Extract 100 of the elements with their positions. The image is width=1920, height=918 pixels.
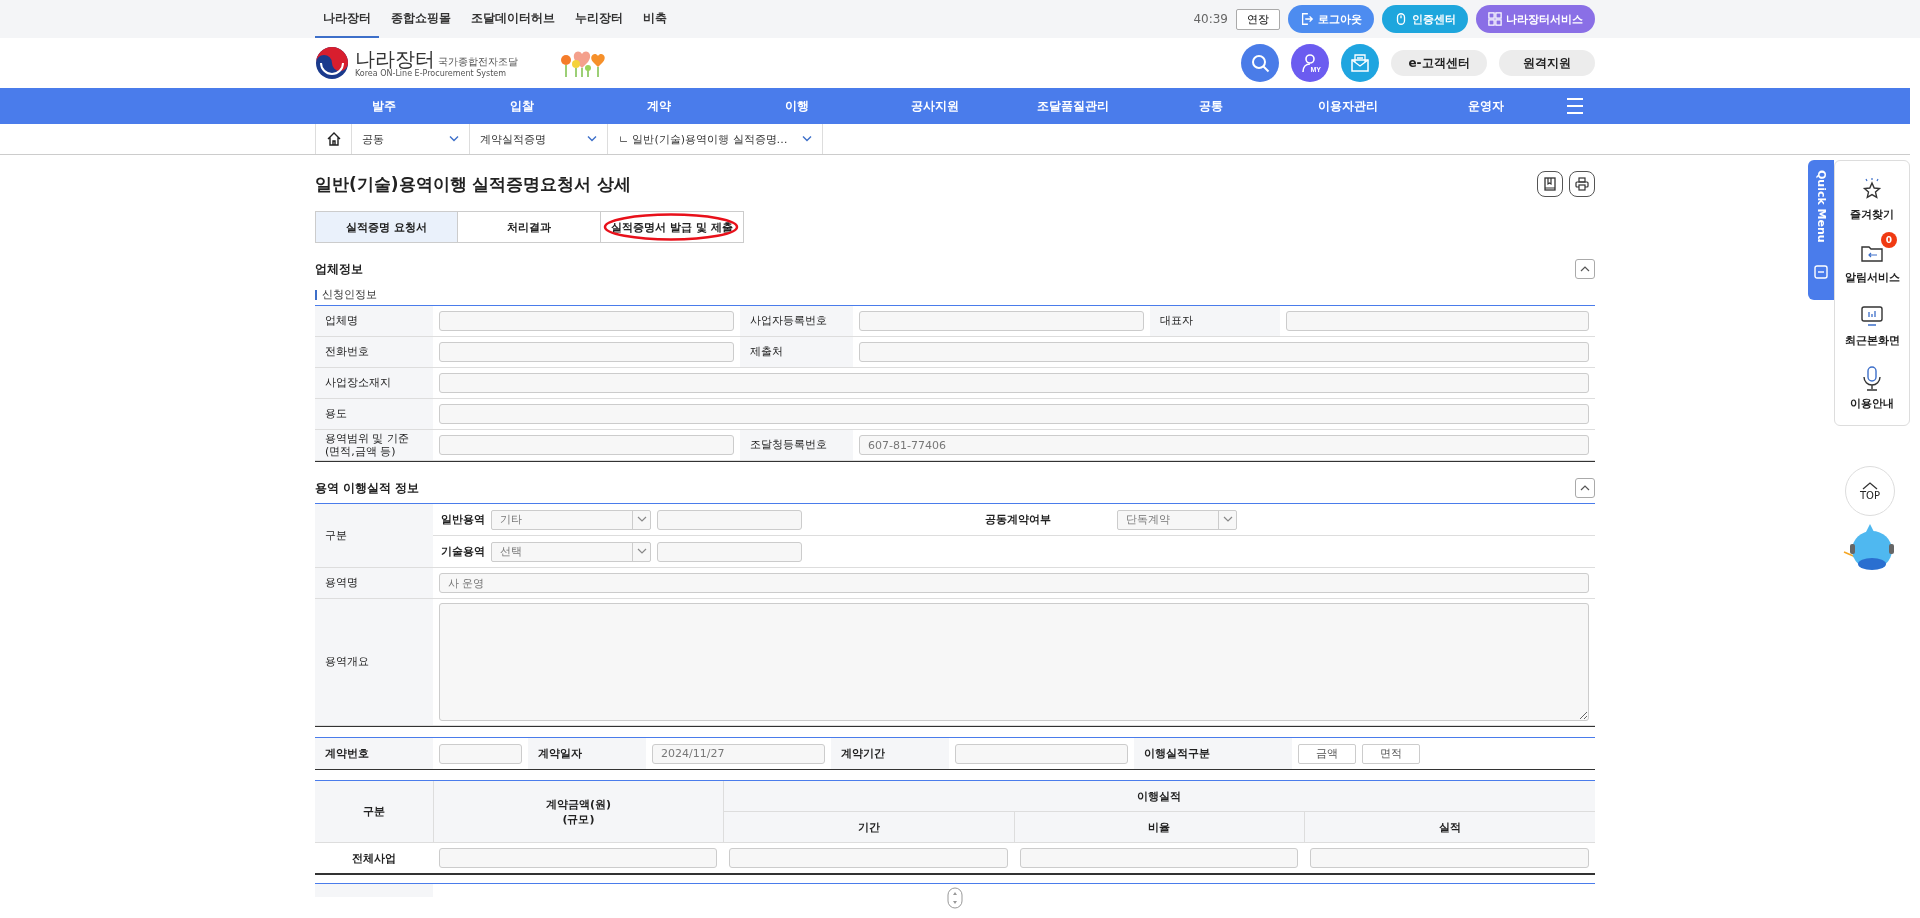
home-icon [325, 131, 342, 147]
quick-menu-item[interactable]: 즐겨찾기 [1837, 169, 1907, 222]
input-field[interactable] [1019, 848, 1299, 868]
input-field[interactable] [439, 435, 734, 455]
breadcrumb-dropdown[interactable]: 계약실적증명 [470, 124, 608, 154]
breadcrumb-dropdown[interactable]: ㄴ 일반(기술)용역이행 실적증명… [608, 124, 823, 154]
input-field[interactable] [439, 848, 717, 868]
mail-button[interactable] [1341, 44, 1379, 82]
service-button[interactable]: 나라장터서비스 [1476, 5, 1595, 33]
toggle-button[interactable]: 면적 [1362, 743, 1420, 764]
top-link[interactable]: 나라장터 [315, 0, 379, 38]
field-label: 용역개요 [315, 599, 433, 726]
input-field[interactable] [859, 342, 1589, 362]
home-button[interactable] [315, 124, 352, 154]
column-header: 계약금액(원) (규모) [433, 781, 723, 843]
field-label: 구분 [315, 504, 433, 568]
section-title: 업체정보 [315, 260, 363, 278]
input-field[interactable] [439, 404, 1589, 424]
field-label: 제출처 [740, 337, 853, 368]
input-field[interactable] [657, 541, 802, 562]
quick-menu-item[interactable]: 이용안내 [1837, 358, 1907, 411]
quick-menu-tab[interactable]: Quick Menu [1808, 160, 1834, 300]
taegeuk-logo-icon [315, 46, 349, 80]
top-link[interactable]: 종합쇼핑몰 [383, 0, 459, 38]
book-icon [1543, 177, 1557, 191]
manual-button[interactable] [1537, 171, 1563, 197]
collapse-button[interactable] [1575, 478, 1595, 498]
print-button[interactable] [1569, 171, 1595, 197]
nav-item[interactable]: 발주 [315, 97, 453, 115]
select-field[interactable]: 선택 [491, 541, 651, 562]
input-field[interactable] [439, 373, 1589, 393]
scroll-icon [947, 887, 963, 909]
top-link[interactable]: 비축 [635, 0, 675, 38]
input-field[interactable]: 사 운영 [439, 573, 1589, 593]
tab[interactable]: 실적증명 요청서 [315, 211, 458, 243]
field-label: 계약기간 [831, 738, 949, 769]
input-field[interactable] [439, 743, 522, 764]
search-button[interactable] [1241, 44, 1279, 82]
column-header: 실적 [1304, 812, 1595, 843]
column-header: 기간 [723, 812, 1014, 843]
mouse-icon [1394, 12, 1408, 26]
row-label: 전체사업 [315, 843, 433, 874]
field-label: 조달청등록번호 [740, 430, 853, 461]
nav-item[interactable]: 이행 [728, 97, 867, 115]
logout-icon [1300, 12, 1314, 26]
header-button[interactable]: e-고객센터 [1391, 50, 1487, 76]
input-field[interactable] [1310, 848, 1589, 868]
top-link[interactable]: 누리장터 [567, 0, 631, 38]
tab[interactable]: 처리결과 [458, 211, 601, 243]
text-area[interactable] [439, 603, 1589, 721]
nav-item[interactable]: 운영자 [1417, 97, 1556, 115]
count-badge: 0 [1881, 232, 1897, 248]
session-timer: 40:39 [1193, 12, 1228, 26]
breadcrumb-dropdown[interactable]: 공동 [352, 124, 470, 154]
top-link[interactable]: 조달데이터허브 [463, 0, 563, 38]
input-field[interactable]: 607-81-77406 [859, 435, 1589, 455]
quick-menu-item[interactable]: 최근본화면 [1837, 295, 1907, 348]
input-field[interactable] [859, 311, 1144, 331]
nav-item[interactable]: 계약 [590, 97, 729, 115]
field-label: 사업자등록번호 [740, 306, 853, 337]
chevron-down-icon [802, 135, 812, 143]
select-field[interactable]: 단독계약 [1117, 509, 1237, 530]
chevron-down-icon [449, 135, 459, 143]
quick-menu-item[interactable]: 알림서비스 0 [1837, 232, 1907, 285]
extend-button[interactable]: 연장 [1236, 8, 1280, 30]
input-field[interactable] [1286, 311, 1589, 331]
nav-item[interactable]: 공사지원 [866, 97, 1004, 115]
top-button[interactable]: TOP [1845, 466, 1895, 516]
toggle-button[interactable]: 금액 [1298, 743, 1356, 764]
tab[interactable]: 실적증명서 발급 및 제출 [601, 211, 744, 243]
search-icon [1250, 53, 1270, 73]
field-label: 계약번호 [315, 738, 433, 769]
chevron-up-icon [1862, 481, 1878, 490]
nav-item[interactable]: 조달품질관리 [1003, 97, 1142, 115]
chevron-up-icon [1580, 485, 1590, 491]
field-label: 일반용역 [441, 512, 485, 527]
input-field[interactable] [955, 743, 1128, 764]
header-button[interactable]: 원격지원 [1499, 50, 1595, 76]
input-field[interactable] [439, 311, 734, 331]
field-label: 사업장소재지 [315, 368, 433, 399]
subsection-title: 신청인정보 [315, 287, 1595, 302]
chevron-down-icon [1222, 516, 1233, 523]
input-field[interactable]: 2024/11/27 [652, 743, 825, 764]
section-title: 용역 이행실적 정보 [315, 479, 420, 497]
field-label: 기술용역 [441, 544, 485, 559]
logo-subtitle: 국가종합전자조달 [438, 54, 518, 68]
column-header: 구분 [315, 781, 433, 843]
input-field[interactable] [439, 342, 734, 362]
collapse-button[interactable] [1575, 259, 1595, 279]
input-field[interactable] [729, 848, 1008, 868]
field-label: 계약일자 [528, 738, 646, 769]
nav-item[interactable]: 입찰 [452, 97, 591, 115]
nav-item[interactable]: 공통 [1141, 97, 1280, 115]
field-label: 용도 [315, 399, 433, 430]
field-label: 용역명 [315, 568, 433, 599]
nav-item[interactable]: 이용자관리 [1279, 97, 1418, 115]
input-field[interactable] [657, 509, 802, 530]
select-field[interactable]: 기타 [491, 509, 651, 530]
field-label: 공동계약여부 [985, 512, 1051, 527]
quick-menu-title: Quick Menu [1814, 170, 1828, 243]
